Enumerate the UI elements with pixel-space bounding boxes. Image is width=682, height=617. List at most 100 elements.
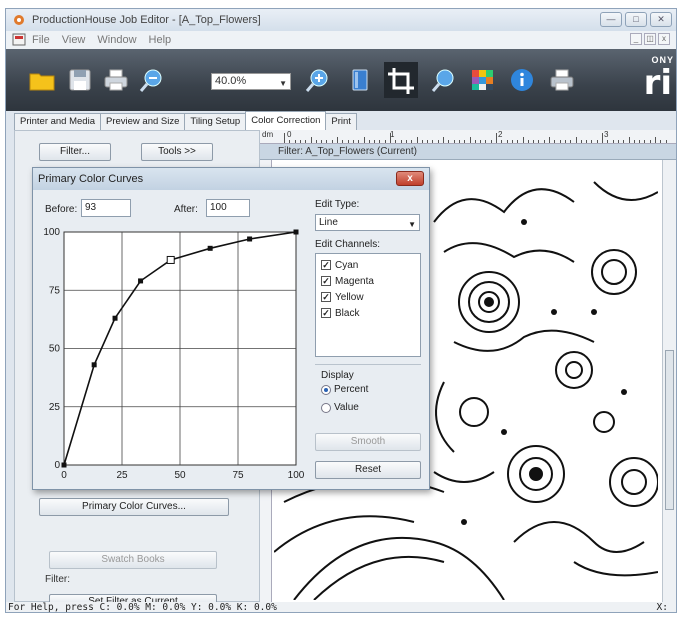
edit-type-select[interactable]: Line ▼	[315, 214, 420, 231]
main-toolbar: 40.0% ▼ ONY ri	[6, 49, 676, 111]
cyan-checkbox[interactable]: ✓	[321, 260, 331, 270]
tab-tiling-setup[interactable]: Tiling Setup	[184, 113, 247, 130]
printer-queue-icon[interactable]	[548, 67, 576, 93]
curve-control-point	[61, 462, 67, 468]
before-field[interactable]: 93	[81, 199, 131, 217]
yellow-checkbox[interactable]: ✓	[321, 292, 331, 302]
ruler-tick	[633, 140, 635, 143]
filter-button[interactable]: Filter...	[39, 143, 111, 161]
ruler-tick	[337, 137, 338, 143]
ruler-label-2: 2	[498, 130, 503, 139]
menu-view[interactable]: View	[62, 34, 86, 46]
color-grid-icon[interactable]	[468, 67, 496, 93]
tools-button[interactable]: Tools >>	[141, 143, 213, 161]
tab-preview-and-size[interactable]: Preview and Size	[99, 113, 186, 130]
channel-magenta[interactable]: ✓ Magenta	[321, 274, 374, 288]
edit-channels-list: ✓ Cyan ✓ Magenta ✓ Yellow ✓ Black	[315, 253, 421, 357]
maximize-button[interactable]: □	[625, 12, 647, 27]
display-value-option[interactable]: Value	[321, 402, 359, 413]
chevron-down-icon: ▼	[279, 79, 287, 88]
channel-yellow[interactable]: ✓ Yellow	[321, 290, 364, 304]
mdi-minimize-button[interactable]: _	[630, 33, 642, 45]
value-radio[interactable]	[321, 402, 331, 413]
crop-icon[interactable]	[384, 62, 418, 98]
ruler-tick	[390, 133, 391, 143]
ruler-tick	[496, 133, 497, 143]
ruler-tick	[554, 140, 556, 143]
zoom-level-select[interactable]: 40.0% ▼	[211, 73, 291, 90]
menu-file[interactable]: File	[32, 34, 50, 46]
smooth-button[interactable]: Smooth	[315, 433, 421, 451]
ruler-tick	[331, 140, 333, 143]
after-field[interactable]: 100	[206, 199, 250, 217]
info-icon[interactable]	[508, 67, 536, 93]
zoom-out-icon[interactable]	[138, 67, 166, 93]
ruler-tick	[400, 140, 402, 143]
primary-color-curves-button[interactable]: Primary Color Curves...	[39, 498, 229, 516]
ruler-tick	[363, 137, 365, 143]
reset-button[interactable]: Reset	[315, 461, 421, 479]
ruler-tick	[453, 140, 455, 143]
ruler-tick	[342, 140, 344, 143]
menu-help[interactable]: Help	[149, 34, 172, 46]
ruler-tick	[294, 140, 296, 143]
ruler-tick	[543, 140, 545, 143]
ruler-unit: dm	[262, 130, 274, 139]
ruler-tick	[517, 140, 519, 143]
print-icon[interactable]	[102, 67, 130, 93]
ruler-tick	[464, 140, 466, 143]
x-tick-label: 0	[61, 470, 67, 481]
ruler-tick	[432, 140, 434, 143]
channel-black[interactable]: ✓ Black	[321, 306, 359, 320]
horizontal-ruler: dm 0 1 2 3	[260, 130, 676, 144]
ruler-tick	[655, 137, 656, 143]
magenta-checkbox[interactable]: ✓	[321, 276, 331, 286]
tab-printer-and-media[interactable]: Printer and Media	[14, 113, 101, 130]
dialog-title: Primary Color Curves	[38, 173, 144, 185]
curve-control-point	[112, 315, 118, 321]
tab-print[interactable]: Print	[325, 113, 357, 130]
swatch-books-button[interactable]: Swatch Books	[49, 551, 217, 569]
x-tick-label: 75	[232, 470, 244, 481]
close-window-button[interactable]: ✕	[650, 12, 672, 27]
ruler-label-3: 3	[604, 130, 609, 139]
y-tick-label: 75	[49, 285, 61, 296]
open-folder-icon[interactable]	[28, 67, 56, 93]
scrollbar-thumb[interactable]	[665, 350, 674, 510]
ruler-tick	[352, 140, 354, 143]
filter-title: Filter: A_Top_Flowers (Current)	[278, 146, 417, 157]
channel-label: Black	[335, 307, 360, 319]
display-label: Display	[321, 370, 354, 381]
channel-cyan[interactable]: ✓ Cyan	[321, 258, 358, 272]
color-curve-graph[interactable]: 0 25 50 75 100 0 25 50 75 100	[36, 226, 304, 488]
dialog-close-button[interactable]: x	[396, 171, 424, 186]
mdi-restore-button[interactable]: ◫	[644, 33, 656, 45]
tab-bar: Printer and Media Preview and Size Tilin…	[14, 111, 357, 130]
menu-bar: File View Window Help _ ◫ x	[6, 31, 676, 49]
magnifier-icon[interactable]	[430, 67, 458, 93]
status-coordinates: X:	[656, 602, 668, 613]
ruler-tick	[602, 133, 603, 143]
status-bar: For Help, press C: 0.0% M: 0.0% Y: 0.0% …	[6, 602, 676, 613]
percent-radio[interactable]	[321, 384, 331, 395]
channel-label: Yellow	[335, 291, 364, 303]
menu-window[interactable]: Window	[97, 34, 136, 46]
ruler-tick	[284, 133, 285, 143]
black-checkbox[interactable]: ✓	[321, 308, 331, 318]
ruler-tick	[522, 137, 524, 143]
status-text: For Help, press C: 0.0% M: 0.0% Y: 0.0% …	[8, 602, 277, 613]
zoom-in-icon[interactable]	[304, 67, 332, 93]
vertical-scrollbar[interactable]	[662, 160, 676, 602]
save-icon[interactable]	[66, 67, 94, 93]
display-percent-option[interactable]: Percent	[321, 384, 368, 395]
ruler-tick	[458, 140, 460, 143]
minimize-button[interactable]: —	[600, 12, 622, 27]
x-tick-label: 100	[288, 470, 304, 481]
book-icon[interactable]	[346, 67, 374, 93]
ruler-tick	[315, 140, 317, 143]
radio-label: Percent	[334, 384, 369, 395]
ruler-tick	[305, 140, 307, 143]
mdi-close-button[interactable]: x	[658, 33, 670, 45]
tab-color-correction[interactable]: Color Correction	[245, 111, 327, 130]
ruler-tick	[501, 140, 503, 143]
